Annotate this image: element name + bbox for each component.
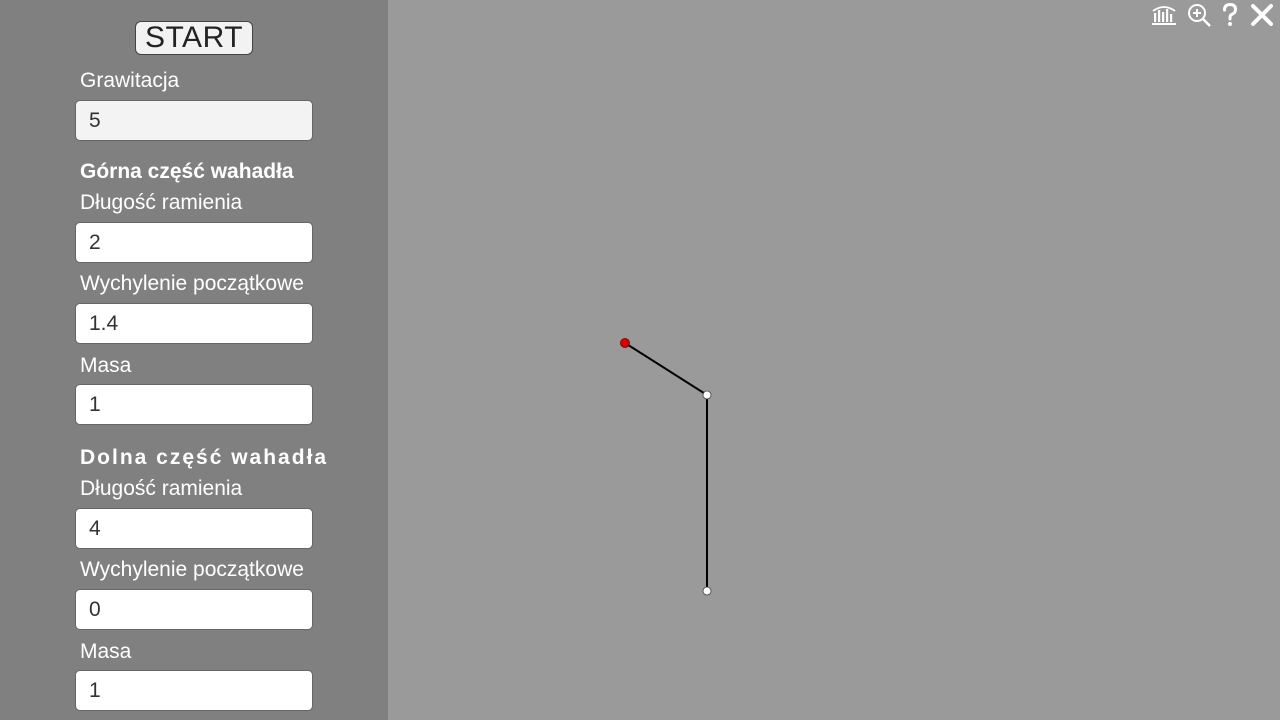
lower-length-label: Długość ramienia	[80, 477, 243, 500]
upper-mass-input[interactable]	[75, 384, 313, 425]
upper-angle-label: Wychylenie początkowe	[80, 272, 304, 295]
lower-mass-label: Masa	[80, 640, 132, 663]
pivot-point	[620, 338, 630, 348]
chart-icon[interactable]	[1151, 2, 1177, 28]
lower-mass-input[interactable]	[75, 670, 313, 711]
lower-bob[interactable]	[702, 586, 712, 596]
upper-mass-label: Masa	[80, 354, 132, 377]
upper-bob[interactable]	[702, 390, 712, 400]
gravity-label: Grawitacja	[80, 69, 180, 92]
close-icon[interactable]	[1249, 2, 1275, 28]
upper-angle-input[interactable]	[75, 303, 313, 344]
zoom-in-icon[interactable]	[1186, 2, 1212, 28]
upper-length-input[interactable]	[75, 222, 313, 263]
lower-angle-label: Wychylenie początkowe	[80, 558, 304, 581]
upper-length-label: Długość ramienia	[80, 191, 243, 214]
pendulum-drawing	[620, 338, 712, 596]
simulation-canvas[interactable]	[388, 0, 1280, 720]
lower-angle-input[interactable]	[75, 589, 313, 630]
control-panel: START Grawitacja Górna część wahadła Dłu…	[0, 0, 388, 720]
help-icon[interactable]	[1217, 2, 1243, 28]
start-button[interactable]: START	[135, 21, 253, 55]
upper-pendulum-heading: Górna część wahadła	[80, 160, 294, 183]
gravity-input[interactable]	[75, 100, 313, 141]
upper-arm	[624, 342, 708, 396]
lower-length-input[interactable]	[75, 508, 313, 549]
lower-pendulum-heading: Dolna część wahadła	[80, 446, 329, 469]
